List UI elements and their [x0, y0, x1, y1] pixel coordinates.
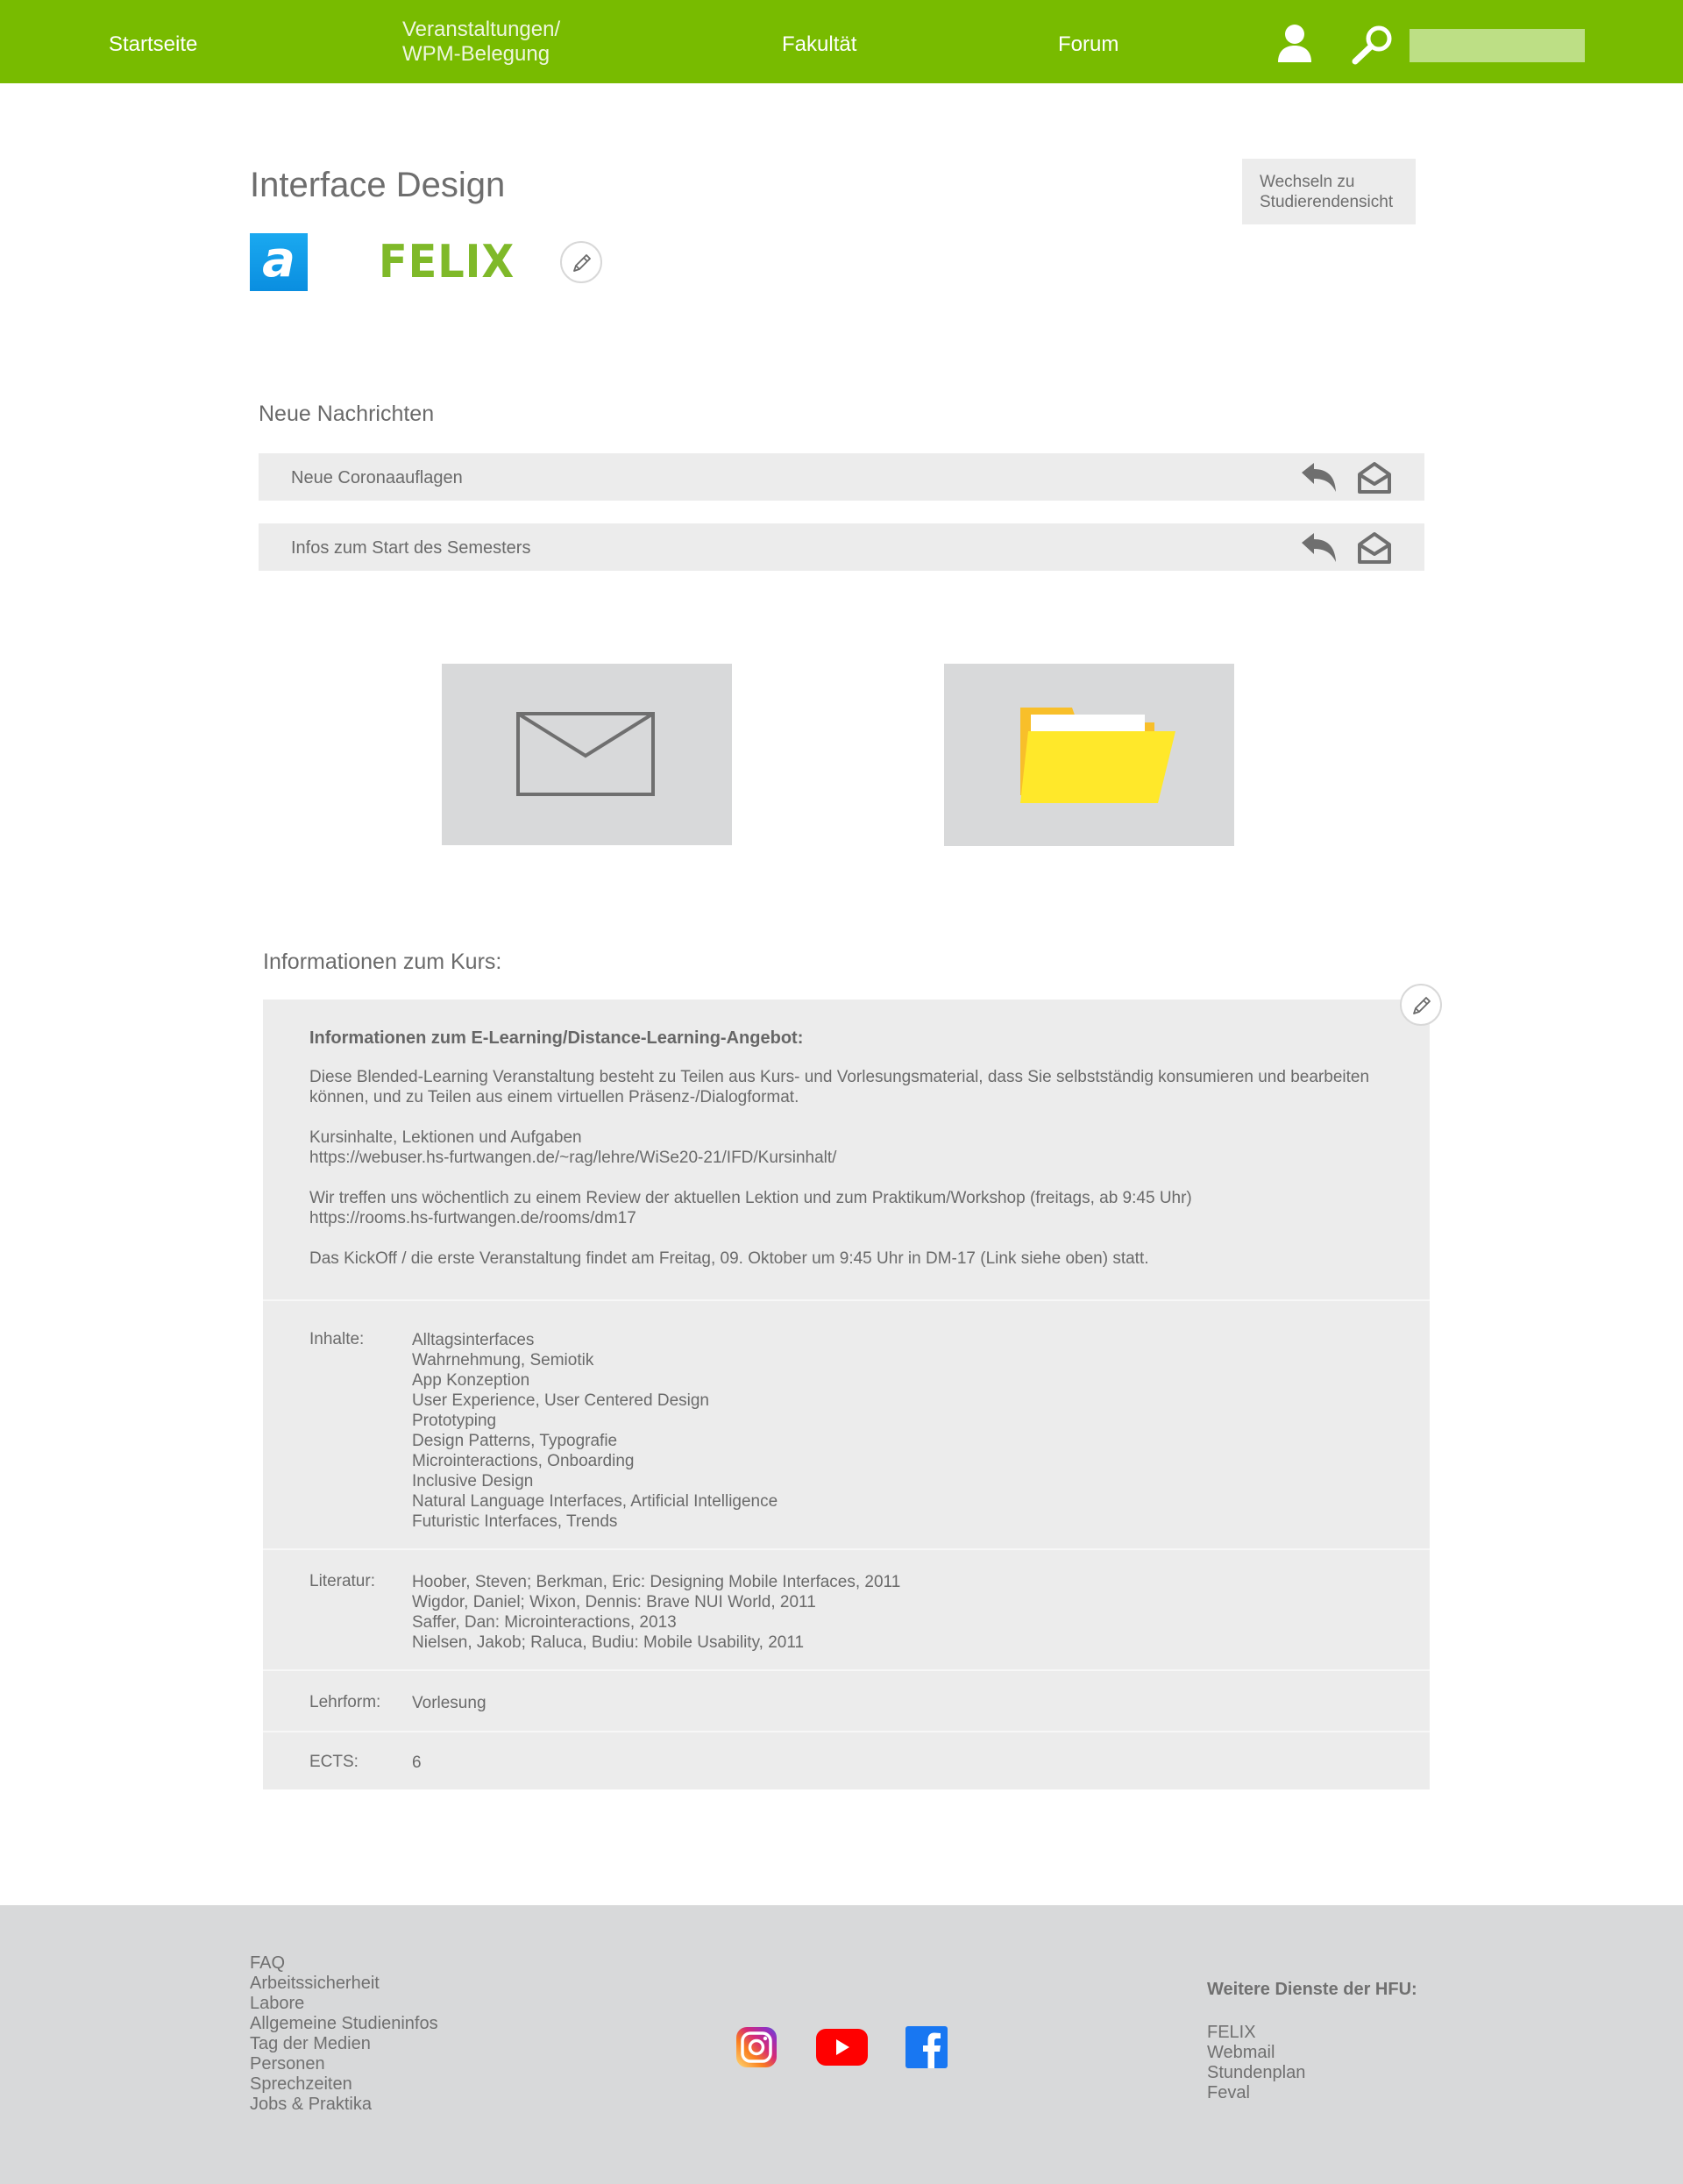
hfu-services-links: FELIX Webmail Stundenplan Feval: [1207, 2023, 1305, 2103]
facebook-icon[interactable]: [905, 2026, 948, 2068]
course-content-info: Kursinhalte, Lektionen und Aufgaben http…: [309, 1128, 1405, 1168]
news-item-label: Infos zum Start des Semesters: [291, 538, 531, 558]
nav-veranstaltungen[interactable]: Veranstaltungen/ WPM-Belegung: [402, 18, 560, 67]
switch-button-line2: Studierendensicht: [1260, 193, 1394, 211]
switch-button-line1: Wechseln zu: [1260, 173, 1355, 191]
inhalte-item: App Konzeption: [412, 1371, 530, 1390]
meeting-room-link[interactable]: https://rooms.hs-furtwangen.de/rooms/dm1…: [309, 1208, 1405, 1228]
edit-course-info-button[interactable]: [1400, 984, 1442, 1026]
literatur-list: Hoober, Steven; Berkman, Eric: Designing…: [412, 1572, 900, 1653]
inhalte-item: Futuristic Interfaces, Trends: [412, 1512, 618, 1531]
ects-value: 6: [412, 1754, 422, 1772]
literatur-item: Hoober, Steven; Berkman, Eric: Designing…: [412, 1573, 901, 1591]
app-a-logo[interactable]: a: [250, 233, 308, 291]
news-section-title: Neue Nachrichten: [259, 402, 435, 426]
divider: [263, 1299, 1430, 1301]
search-input[interactable]: [1410, 29, 1585, 62]
inhalte-item: Natural Language Interfaces, Artificial …: [412, 1492, 778, 1511]
literatur-item: Nielsen, Jakob; Raluca, Budiu: Mobile Us…: [412, 1633, 805, 1652]
edit-pencil-button[interactable]: [560, 241, 602, 283]
footer-link-labore[interactable]: Labore: [250, 1994, 438, 2014]
reply-icon[interactable]: [1300, 460, 1339, 495]
inhalte-item: Microinteractions, Onboarding: [412, 1452, 635, 1470]
switch-to-student-view-button[interactable]: Wechseln zu Studierendensicht: [1242, 159, 1416, 224]
footer-link-webmail[interactable]: Webmail: [1207, 2043, 1305, 2063]
search-icon[interactable]: [1350, 25, 1395, 65]
footer-link-feval[interactable]: Feval: [1207, 2083, 1305, 2103]
inhalte-item: User Experience, User Centered Design: [412, 1391, 709, 1410]
user-icon[interactable]: [1275, 23, 1314, 63]
course-content-label: Kursinhalte, Lektionen und Aufgaben: [309, 1128, 582, 1147]
nav-startseite[interactable]: Startseite: [109, 32, 197, 57]
divider: [263, 1731, 1430, 1732]
kickoff-info: Das KickOff / die erste Veranstaltung fi…: [309, 1249, 1149, 1268]
course-content-link[interactable]: https://webuser.hs-furtwangen.de/~rag/le…: [309, 1148, 1405, 1168]
inhalte-list: Alltagsinterfaces Wahrnehmung, Semiotik …: [412, 1330, 778, 1532]
footer-links: FAQ Arbeitssicherheit Labore Allgemeine …: [250, 1953, 438, 2115]
inhalte-item: Inclusive Design: [412, 1472, 534, 1490]
nav-forum[interactable]: Forum: [1058, 32, 1118, 57]
youtube-icon[interactable]: [816, 2029, 868, 2066]
files-tile[interactable]: [944, 664, 1234, 846]
inhalte-item: Alltagsinterfaces: [412, 1331, 535, 1349]
inhalte-item: Wahrnehmung, Semiotik: [412, 1351, 594, 1369]
footer-link-jobs[interactable]: Jobs & Praktika: [250, 2095, 438, 2115]
literatur-label: Literatur:: [309, 1572, 375, 1590]
news-item[interactable]: Neue Coronaauflagen: [259, 453, 1424, 501]
instagram-icon[interactable]: [735, 2025, 778, 2069]
inhalte-item: Prototyping: [412, 1412, 497, 1430]
footer-link-faq[interactable]: FAQ: [250, 1953, 438, 1974]
open-mail-icon[interactable]: [1357, 461, 1392, 494]
divider: [263, 1669, 1430, 1671]
weekly-meeting-info: Wir treffen uns wöchentlich zu einem Rev…: [309, 1188, 1405, 1228]
news-item-label: Neue Coronaauflagen: [291, 468, 463, 487]
envelope-icon: [516, 712, 655, 796]
footer-link-felix[interactable]: FELIX: [1207, 2023, 1305, 2043]
nav-fakultaet[interactable]: Fakultät: [782, 32, 856, 57]
top-navigation-bar: Startseite Veranstaltungen/ WPM-Belegung…: [0, 0, 1683, 83]
weekly-meeting-text: Wir treffen uns wöchentlich zu einem Rev…: [309, 1189, 1192, 1207]
messages-tile[interactable]: [442, 664, 732, 845]
footer: FAQ Arbeitssicherheit Labore Allgemeine …: [0, 1905, 1683, 2184]
page-title: Interface Design: [250, 166, 506, 204]
lehrform-label: Lehrform:: [309, 1693, 381, 1711]
divider: [263, 1548, 1430, 1550]
news-item[interactable]: Infos zum Start des Semesters: [259, 523, 1424, 571]
hfu-services-title: Weitere Dienste der HFU:: [1207, 1980, 1417, 1999]
nav-veranstaltungen-line2: WPM-Belegung: [402, 42, 550, 66]
footer-link-personen[interactable]: Personen: [250, 2054, 438, 2074]
ects-label: ECTS:: [309, 1753, 359, 1771]
footer-link-tag-der-medien[interactable]: Tag der Medien: [250, 2034, 438, 2054]
footer-link-studieninfos[interactable]: Allgemeine Studieninfos: [250, 2014, 438, 2034]
pencil-icon: [573, 254, 591, 272]
lehrform-value: Vorlesung: [412, 1694, 486, 1712]
nav-veranstaltungen-line1: Veranstaltungen/: [402, 18, 561, 41]
course-info-panel: Informationen zum E-Learning/Distance-Le…: [263, 1000, 1430, 1789]
inhalte-item: Design Patterns, Typografie: [412, 1432, 618, 1450]
footer-link-stundenplan[interactable]: Stundenplan: [1207, 2063, 1305, 2083]
elearning-description: Diese Blended-Learning Veranstaltung bes…: [309, 1068, 1370, 1106]
elearning-heading: Informationen zum E-Learning/Distance-Le…: [309, 1028, 804, 1048]
literatur-item: Saffer, Dan: Microinteractions, 2013: [412, 1613, 677, 1632]
pencil-icon: [1413, 997, 1431, 1014]
footer-link-arbeitssicherheit[interactable]: Arbeitssicherheit: [250, 1974, 438, 1994]
reply-icon[interactable]: [1300, 530, 1339, 566]
course-info-title: Informationen zum Kurs:: [263, 950, 502, 974]
folder-icon: [1020, 708, 1175, 803]
open-mail-icon[interactable]: [1357, 531, 1392, 565]
inhalte-label: Inhalte:: [309, 1330, 365, 1348]
felix-logo[interactable]: FELIX: [379, 235, 515, 289]
footer-link-sprechzeiten[interactable]: Sprechzeiten: [250, 2074, 438, 2095]
literatur-item: Wigdor, Daniel; Wixon, Dennis: Brave NUI…: [412, 1593, 816, 1611]
